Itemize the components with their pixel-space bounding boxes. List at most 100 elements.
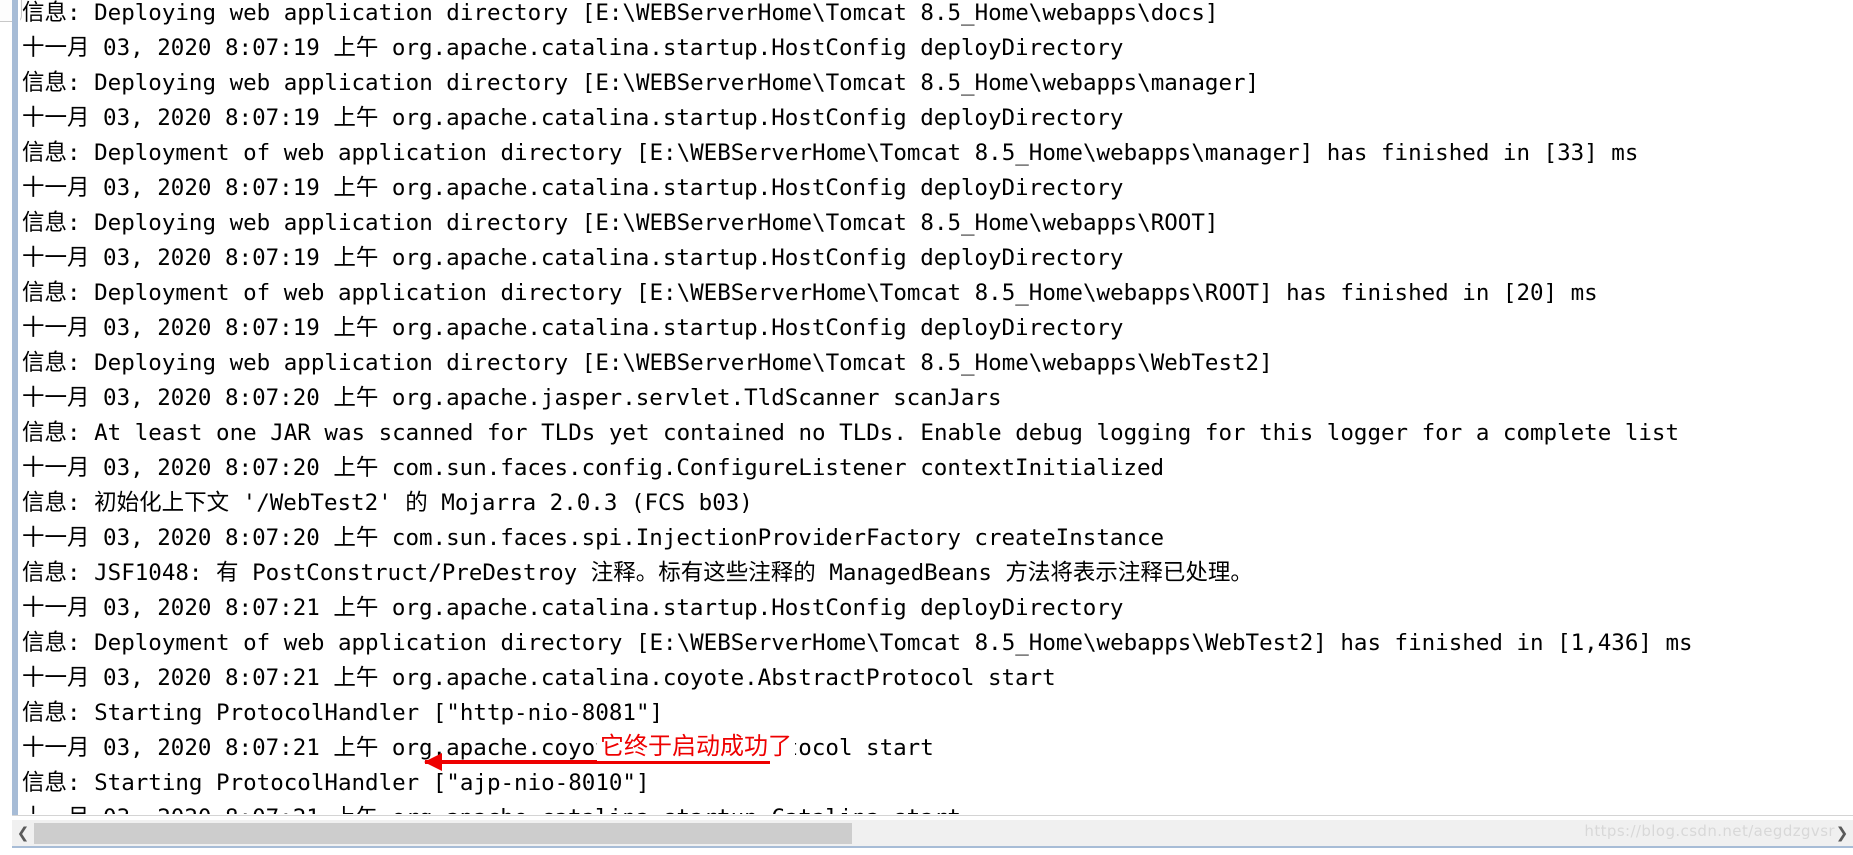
- log-text-cjk: 信息: [22, 70, 68, 96]
- log-text-cjk: 方法将表示注释已处理。: [1005, 560, 1253, 586]
- log-text-ascii: : Deployment of web application director…: [67, 280, 1598, 306]
- log-text-cjk: 上午: [333, 245, 379, 271]
- log-text-ascii: org.apache.catalina.startup.HostConfig d…: [378, 315, 1124, 341]
- log-text-ascii: : Starting ProtocolHandler ["ajp-nio-801…: [67, 770, 650, 796]
- console-window: 信息: Deploying web application directory …: [0, 0, 1853, 855]
- log-line: 信息: Deployment of web application direct…: [22, 136, 1853, 171]
- log-text-cjk: 的: [405, 490, 428, 516]
- log-text-cjk: 信息: [22, 0, 68, 26]
- log-text-ascii: 03, 2020 8:07:21: [90, 805, 334, 814]
- log-text-ascii: org.apache.catalina.startup.HostConfig d…: [378, 245, 1124, 271]
- log-text-ascii: :: [67, 490, 95, 516]
- log-text-cjk: 信息: [22, 490, 68, 516]
- log-text-cjk: 十一月: [22, 385, 90, 411]
- log-text-cjk: 信息: [22, 140, 68, 166]
- log-text-cjk: 上午: [333, 665, 379, 691]
- log-text-cjk: 十一月: [22, 35, 90, 61]
- log-line: 十一月 03, 2020 8:07:21 上午 org.apache.coyot…: [22, 731, 1853, 766]
- log-output-pane[interactable]: 信息: Deploying web application directory …: [22, 0, 1853, 814]
- log-text-ascii: PostConstruct/PreDestroy: [238, 560, 591, 586]
- log-text-ascii: : Starting ProtocolHandler ["http-nio-80…: [67, 700, 664, 726]
- log-text-ascii: org.apache.catalina.coyote.AbstractProto…: [378, 665, 1056, 691]
- log-line: 十一月 03, 2020 8:07:19 上午 org.apache.catal…: [22, 311, 1853, 346]
- log-text-cjk: 十一月: [22, 455, 90, 481]
- log-line: 十一月 03, 2020 8:07:21 上午 org.apache.catal…: [22, 801, 1853, 814]
- log-line: 信息: JSF1048: 有 PostConstruct/PreDestroy …: [22, 556, 1853, 591]
- log-text-cjk: 十一月: [22, 245, 90, 271]
- log-text-ascii: 03, 2020 8:07:21: [89, 665, 334, 691]
- horizontal-scrollbar[interactable]: ❮ ❯: [12, 820, 1853, 846]
- log-text-ascii: 03, 2020 8:07:20: [89, 525, 334, 551]
- log-text-ascii: 03, 2020 8:07:19: [89, 35, 334, 61]
- log-text-ascii: com.sun.faces.config.ConfigureListener c…: [378, 455, 1165, 481]
- window-bottom-edge: [12, 846, 1853, 848]
- log-text-cjk: 上午: [333, 735, 379, 761]
- log-text-cjk: 十一月: [22, 175, 90, 201]
- log-text-cjk: 上午: [333, 805, 378, 814]
- log-text-cjk: 十一月: [22, 525, 90, 551]
- log-text-ascii: '/WebTest2': [229, 490, 406, 516]
- log-text-cjk: 信息: [22, 280, 68, 306]
- log-text-cjk: 上午: [333, 385, 379, 411]
- log-text-ascii: Mojarra 2.0.3 (FCS b03): [427, 490, 753, 516]
- scrollbar-thumb[interactable]: [34, 823, 852, 844]
- log-text-ascii: : JSF1048:: [67, 560, 217, 586]
- log-text-cjk: 信息: [22, 770, 68, 796]
- pane-bottom-border: [12, 815, 1853, 816]
- log-text-cjk: 信息: [22, 630, 68, 656]
- log-line: 十一月 03, 2020 8:07:20 上午 com.sun.faces.sp…: [22, 521, 1853, 556]
- log-text-ascii: : Deployment of web application director…: [67, 140, 1639, 166]
- log-text-ascii: : Deploying web application directory [E…: [67, 210, 1219, 236]
- log-text-cjk: 上午: [333, 35, 379, 61]
- log-text-ascii: org.apache.catalina.startup.HostConfig d…: [378, 35, 1124, 61]
- log-text-ascii: org.apache.catalina.startup.HostConfig d…: [378, 595, 1124, 621]
- log-line: 十一月 03, 2020 8:07:21 上午 org.apache.catal…: [22, 661, 1853, 696]
- log-text-cjk: 上午: [333, 315, 379, 341]
- log-line: 信息: Deployment of web application direct…: [22, 276, 1853, 311]
- log-line: 十一月 03, 2020 8:07:19 上午 org.apache.catal…: [22, 241, 1853, 276]
- log-line: 十一月 03, 2020 8:07:20 上午 org.apache.jaspe…: [22, 381, 1853, 416]
- log-text-cjk: 注释。标有这些注释的: [590, 560, 816, 586]
- log-line: 信息: Deployment of web application direct…: [22, 626, 1853, 661]
- log-line: 信息: Starting ProtocolHandler ["ajp-nio-8…: [22, 766, 1853, 801]
- log-text-ascii: : Deployment of web application director…: [67, 630, 1693, 656]
- log-text-ascii: org.apache.catalina.startup.HostConfig d…: [378, 105, 1124, 131]
- log-text-cjk: 信息: [22, 700, 68, 726]
- log-text-cjk: 上午: [333, 595, 379, 621]
- log-line: 十一月 03, 2020 8:07:19 上午 org.apache.catal…: [22, 101, 1853, 136]
- log-line: 信息: Deploying web application directory …: [22, 66, 1853, 101]
- log-text-ascii: : Deploying web application directory [E…: [67, 350, 1273, 376]
- log-line: 信息: Starting ProtocolHandler ["http-nio-…: [22, 696, 1853, 731]
- log-text-cjk: 十一月: [22, 595, 90, 621]
- log-text-cjk: 上午: [333, 455, 379, 481]
- log-text-cjk: 上午: [333, 105, 379, 131]
- log-line-partial-top: 信息: Deploying web application directory …: [22, 0, 1853, 31]
- log-text-ascii: 03, 2020 8:07:20: [89, 455, 334, 481]
- log-line: 十一月 03, 2020 8:07:19 上午 org.apache.catal…: [22, 171, 1853, 206]
- log-text-ascii: 03, 2020 8:07:19: [89, 315, 334, 341]
- log-line: 信息: Deploying web application directory …: [22, 206, 1853, 241]
- log-line: 信息: Deploying web application directory …: [22, 346, 1853, 381]
- log-line: 十一月 03, 2020 8:07:19 上午 org.apache.catal…: [22, 31, 1853, 66]
- log-text-ascii: 03, 2020 8:07:19: [89, 245, 334, 271]
- log-text-cjk: 十一月: [22, 805, 90, 814]
- log-text-cjk: 十一月: [22, 735, 90, 761]
- log-line: 十一月 03, 2020 8:07:21 上午 org.apache.catal…: [22, 591, 1853, 626]
- csdn-watermark: https://blog.csdn.net/aegdzgvsr: [1584, 822, 1835, 840]
- log-text-cjk: 信息: [22, 420, 68, 446]
- log-text-cjk: 信息: [22, 210, 68, 236]
- log-text-cjk: 信息: [22, 560, 68, 586]
- scroll-left-arrow-icon[interactable]: ❮: [12, 820, 34, 846]
- log-text-ascii: 03, 2020 8:07:19: [89, 105, 334, 131]
- log-text-cjk: 上午: [333, 525, 379, 551]
- left-accent-rail-inner: [18, 0, 20, 816]
- log-text-ascii: org.apache.catalina.startup.Catalina sta…: [378, 805, 961, 814]
- log-text-ascii: ManagedBeans: [815, 560, 1006, 586]
- log-text-ascii: com.sun.faces.spi.InjectionProviderFacto…: [378, 525, 1165, 551]
- log-text-ascii: org.apache.jasper.servlet.TldScanner sca…: [378, 385, 1002, 411]
- log-text-ascii: 03, 2020 8:07:21: [89, 595, 334, 621]
- log-text-cjk: 上午: [333, 175, 379, 201]
- log-text-cjk: 十一月: [22, 105, 90, 131]
- log-text-ascii: org.apache.coyote.AbstractProtocol start: [378, 735, 934, 761]
- log-text-ascii: : Deploying web application directory [E…: [67, 70, 1260, 96]
